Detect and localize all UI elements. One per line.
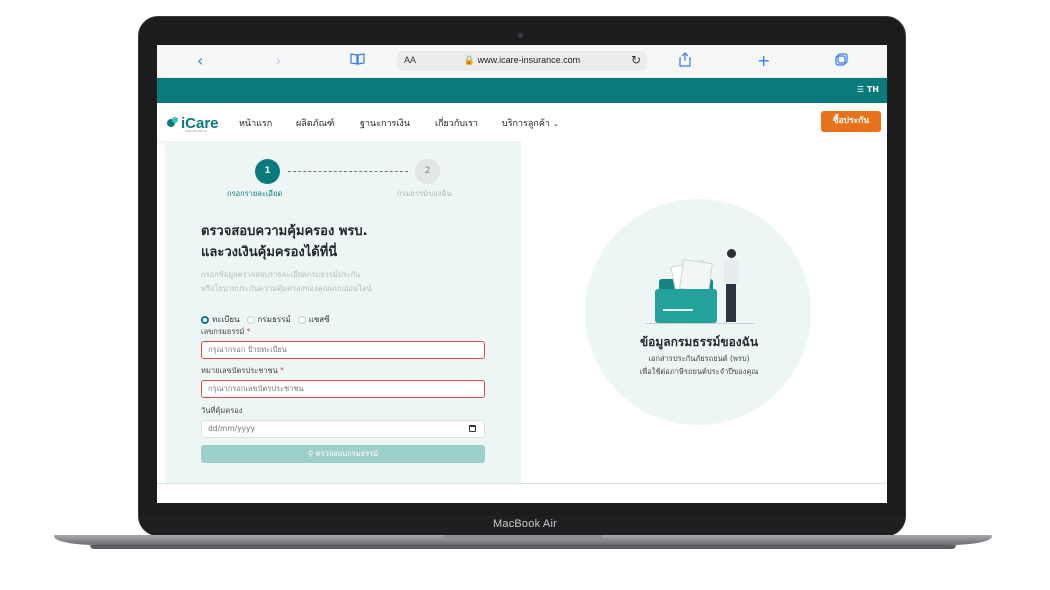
tabs-overview-icon[interactable]: [835, 52, 848, 70]
lock-icon: 🔒: [463, 55, 476, 65]
camera: [518, 33, 523, 38]
buy-insurance-button[interactable]: ซื้อประกัน: [821, 111, 881, 132]
nav-item-financial-status[interactable]: ฐานะการเงิน: [360, 116, 410, 130]
bookmarks-icon[interactable]: [350, 52, 365, 70]
radio-unchecked-icon: [246, 315, 255, 324]
menu-lines-icon: ☰: [856, 85, 865, 94]
radio-chassis[interactable]: แชสซี: [297, 313, 330, 326]
policy-number-input[interactable]: กรุณากรอก ป้ายทะเบียน: [201, 341, 485, 359]
panel-subtitle-line-2: เพื่อใช้ต่อภาษีรถยนต์ประจำปีของคุณ: [639, 367, 759, 376]
form-description-line-1: กรอกข้อมูลตรวจสอบรายละเอียดกรมธรรม์ประกั…: [201, 270, 361, 279]
document-icon: [679, 259, 713, 293]
reload-icon[interactable]: ↻: [631, 53, 641, 67]
form-description-line-2: หรือโยบายประกันความคุ้มครองของคุณแบบออนไ…: [201, 284, 372, 293]
person-illustration-legs: [726, 284, 736, 322]
step-2-indicator: 2: [415, 159, 440, 184]
chevron-down-icon: ⌄: [552, 120, 559, 128]
policy-number-label: เลขกรมธรรม์ *: [201, 327, 251, 336]
nav-item-products[interactable]: ผลิตภัณฑ์: [296, 116, 334, 130]
info-panel: ข้อมูลกรมธรรม์ของฉัน เอกสารประกันภัยรถยน…: [521, 141, 887, 483]
site-logo[interactable]: iCare INSURANCE: [167, 114, 219, 133]
step-connector: [288, 171, 408, 172]
laptop-foot: [90, 545, 956, 549]
laptop-brand: MacBook Air: [493, 518, 557, 530]
language-switcher[interactable]: ☰ TH: [857, 85, 879, 94]
laptop-screen: ‹ › AA 🔒 www.icare-insurance.com ↻ + ☰ T…: [157, 45, 887, 503]
ground-line: [645, 323, 755, 324]
main-nav: iCare INSURANCE หน้าแรก ผลิตภัณฑ์ ฐานะกา…: [157, 103, 887, 141]
url-text: www.icare-insurance.com: [477, 55, 581, 65]
step-2-label: กรมธรรม์ของฉัน: [397, 189, 452, 198]
panel-title: ข้อมูลกรมธรรม์ของฉัน: [639, 335, 759, 349]
folder-label-icon: [663, 309, 693, 311]
search-type-radio-group: ทะเบียน กรมธรรม์ แชสซี: [201, 313, 337, 326]
laptop-opening-notch: [444, 535, 602, 540]
back-icon[interactable]: ‹: [197, 52, 203, 70]
address-bar[interactable]: AA 🔒 www.icare-insurance.com ↻: [397, 51, 647, 71]
browser-toolbar: ‹ › AA 🔒 www.icare-insurance.com ↻ +: [157, 45, 887, 78]
step-1-label: กรอกรายละเอียด: [227, 189, 283, 198]
person-illustration-head: [727, 249, 736, 258]
top-bar: ☰ TH: [157, 78, 887, 103]
check-policy-button[interactable]: ⚲ ตรวจสอบกรมธรรม์: [201, 445, 485, 463]
form-title-line-2: และวงเงินคุ้มครองได้ที่นี่: [201, 245, 338, 260]
person-illustration-body: [724, 259, 738, 285]
coverage-date-label: วันที่คุ้มครอง: [201, 406, 243, 415]
calendar-icon[interactable]: [469, 425, 476, 432]
new-tab-icon[interactable]: +: [757, 52, 770, 70]
form-panel: 1 2 กรอกรายละเอียด กรมธรรม์ของฉัน ตรวจสอ…: [165, 141, 521, 483]
form-title-line-1: ตรวจสอบความคุ้มครอง พรบ.: [201, 224, 368, 239]
logo-mark-icon: [167, 117, 179, 129]
radio-unchecked-icon: [297, 315, 306, 324]
share-icon[interactable]: [679, 52, 691, 71]
step-1-indicator: 1: [255, 159, 280, 184]
coverage-date-input[interactable]: dd/mm/yyyy: [201, 420, 485, 438]
logo-tagline: INSURANCE: [185, 129, 207, 133]
nav-item-about[interactable]: เกี่ยวกับเรา: [435, 116, 478, 130]
nav-item-customer-service[interactable]: บริการลูกค้า ⌄: [502, 116, 559, 130]
radio-registration[interactable]: ทะเบียน: [201, 313, 240, 326]
radio-policy[interactable]: กรมธรรม์: [246, 313, 291, 326]
folder-front-icon: [655, 289, 717, 323]
page-footer-strip: [157, 483, 887, 503]
panel-subtitle-line-1: เอกสารประกันภัยรถยนต์ (พรบ): [648, 354, 750, 363]
id-card-number-input[interactable]: กรุณากรอกเลขบัตรประชาชน: [201, 380, 485, 398]
nav-item-home[interactable]: หน้าแรก: [239, 116, 272, 130]
id-card-number-label: หมายเลขบัตรประชาชน *: [201, 366, 284, 375]
search-icon: ⚲: [307, 449, 314, 458]
radio-checked-icon: [201, 315, 209, 324]
forward-icon[interactable]: ›: [275, 52, 281, 70]
